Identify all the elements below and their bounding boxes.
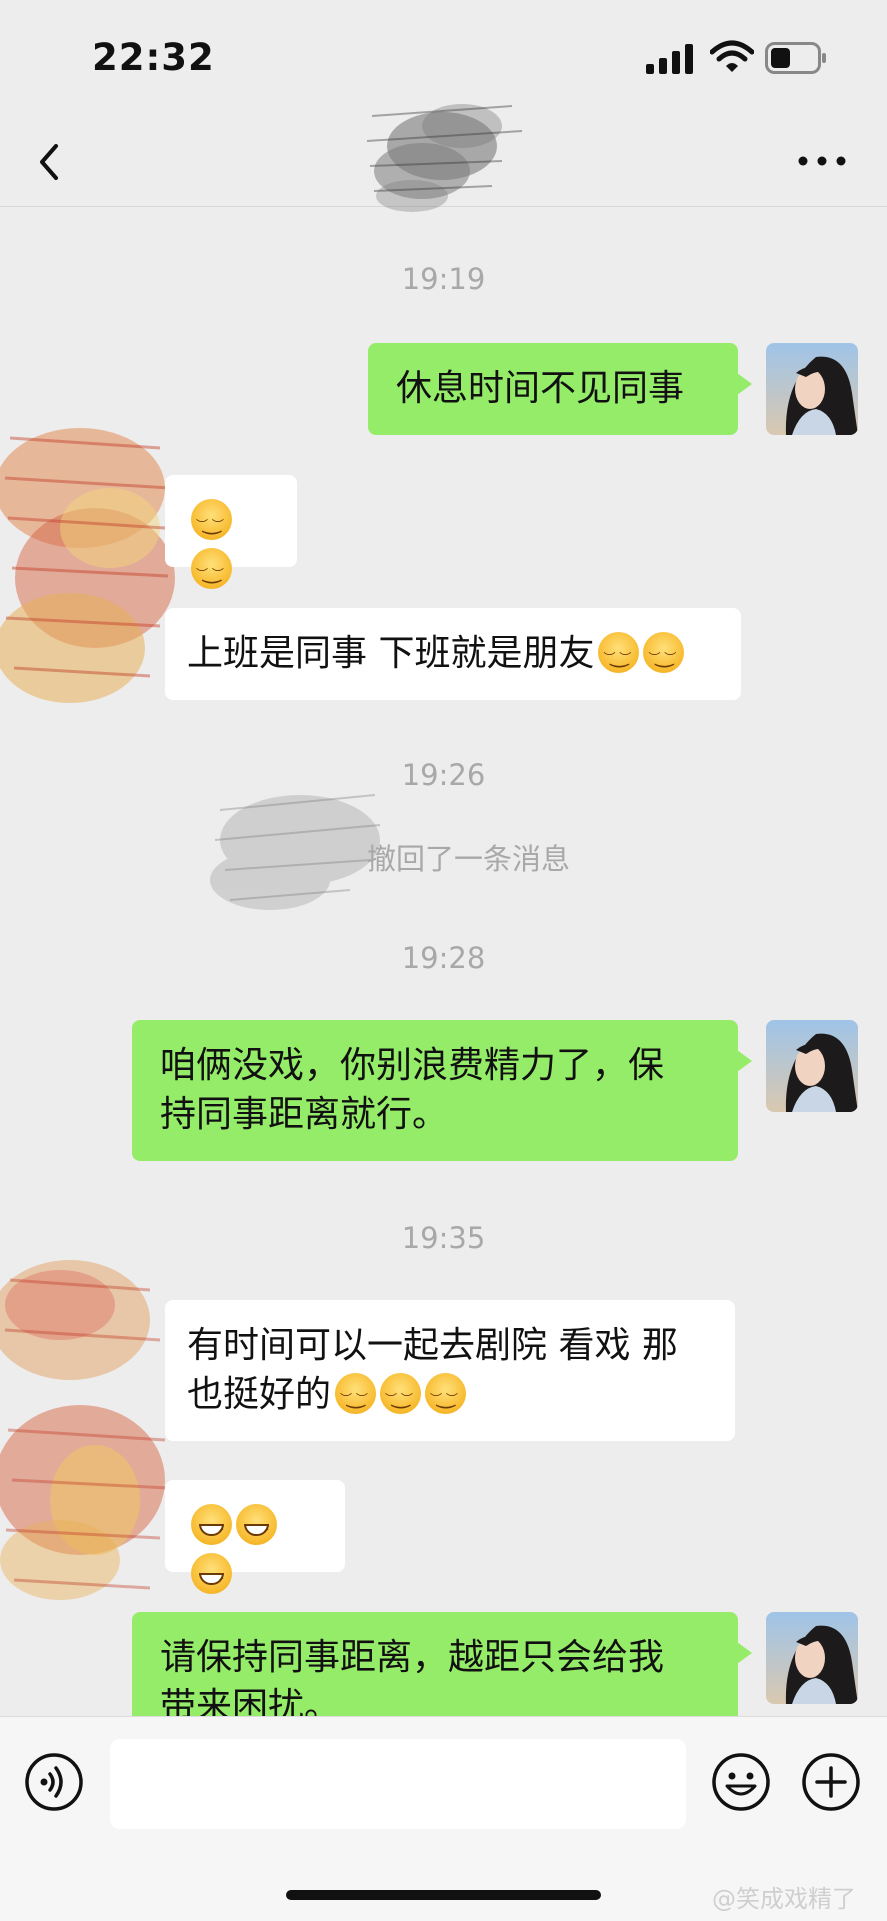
- message-input[interactable]: [110, 1739, 686, 1829]
- emoji-icon[interactable]: [711, 1752, 771, 1812]
- recall-notice: 撤回了一条消息: [366, 842, 570, 876]
- message-text-line: 有时间可以一起去剧院 看戏 那: [187, 1325, 678, 1366]
- redacted-avatar: [0, 1260, 169, 1600]
- smile-emoji-icon: [598, 632, 640, 683]
- redacted-avatar: [0, 428, 175, 703]
- plus-circle-icon[interactable]: [801, 1752, 861, 1812]
- voice-icon[interactable]: [24, 1752, 84, 1812]
- my-avatar[interactable]: [766, 1612, 858, 1704]
- cellular-signal-icon: [646, 44, 693, 74]
- watermark: @笑成戏精了: [712, 1885, 856, 1913]
- smile-emoji-icon: [380, 1373, 422, 1424]
- smile-emoji-icon: [191, 548, 232, 599]
- smile-emoji-icon: [191, 499, 232, 550]
- smile-emoji-icon: [335, 1373, 377, 1424]
- timestamp: 19:28: [401, 941, 486, 975]
- redacted-contact-name: [366, 104, 523, 212]
- message-text: 休息时间不见同事: [396, 368, 685, 409]
- battery-icon: [765, 42, 826, 74]
- their-message-bubble[interactable]: [165, 1480, 345, 1606]
- message-text-line: 也挺好的: [187, 1374, 332, 1415]
- my-avatar[interactable]: [766, 343, 858, 435]
- wifi-icon: [710, 40, 754, 72]
- timestamp: 19:19: [401, 262, 486, 296]
- input-bar: @笑成戏精了: [0, 1716, 887, 1921]
- their-message-bubble[interactable]: 有时间可以一起去剧院 看戏 那 也挺好的: [165, 1300, 735, 1441]
- their-message-bubble[interactable]: 上班是同事 下班就是朋友: [165, 608, 741, 700]
- message-text-line: 咱俩没戏，你别浪费精力了，保: [160, 1045, 665, 1086]
- my-message-bubble[interactable]: 休息时间不见同事: [368, 343, 752, 435]
- message-text-line: 持同事距离就行。: [160, 1094, 449, 1135]
- smile-emoji-icon: [643, 632, 685, 683]
- their-message-bubble[interactable]: [165, 475, 297, 599]
- my-message-bubble[interactable]: 咱俩没戏，你别浪费精力了，保 持同事距离就行。: [132, 1020, 752, 1161]
- message-text-line: 请保持同事距离，越距只会给我: [160, 1637, 665, 1678]
- smile-emoji-icon: [425, 1373, 467, 1424]
- home-indicator: [286, 1890, 601, 1900]
- message-text: 上班是同事 下班就是朋友: [187, 633, 595, 674]
- status-time: 22:32: [92, 36, 215, 79]
- my-avatar[interactable]: [766, 1020, 858, 1112]
- chat-header: [0, 104, 887, 212]
- grin-emoji-icon: [191, 1553, 232, 1606]
- more-dots-icon[interactable]: [795, 146, 849, 176]
- grin-emoji-icon: [236, 1504, 277, 1557]
- timestamp: 19:26: [401, 758, 486, 792]
- grin-emoji-icon: [191, 1504, 232, 1557]
- chevron-left-icon[interactable]: [30, 138, 70, 186]
